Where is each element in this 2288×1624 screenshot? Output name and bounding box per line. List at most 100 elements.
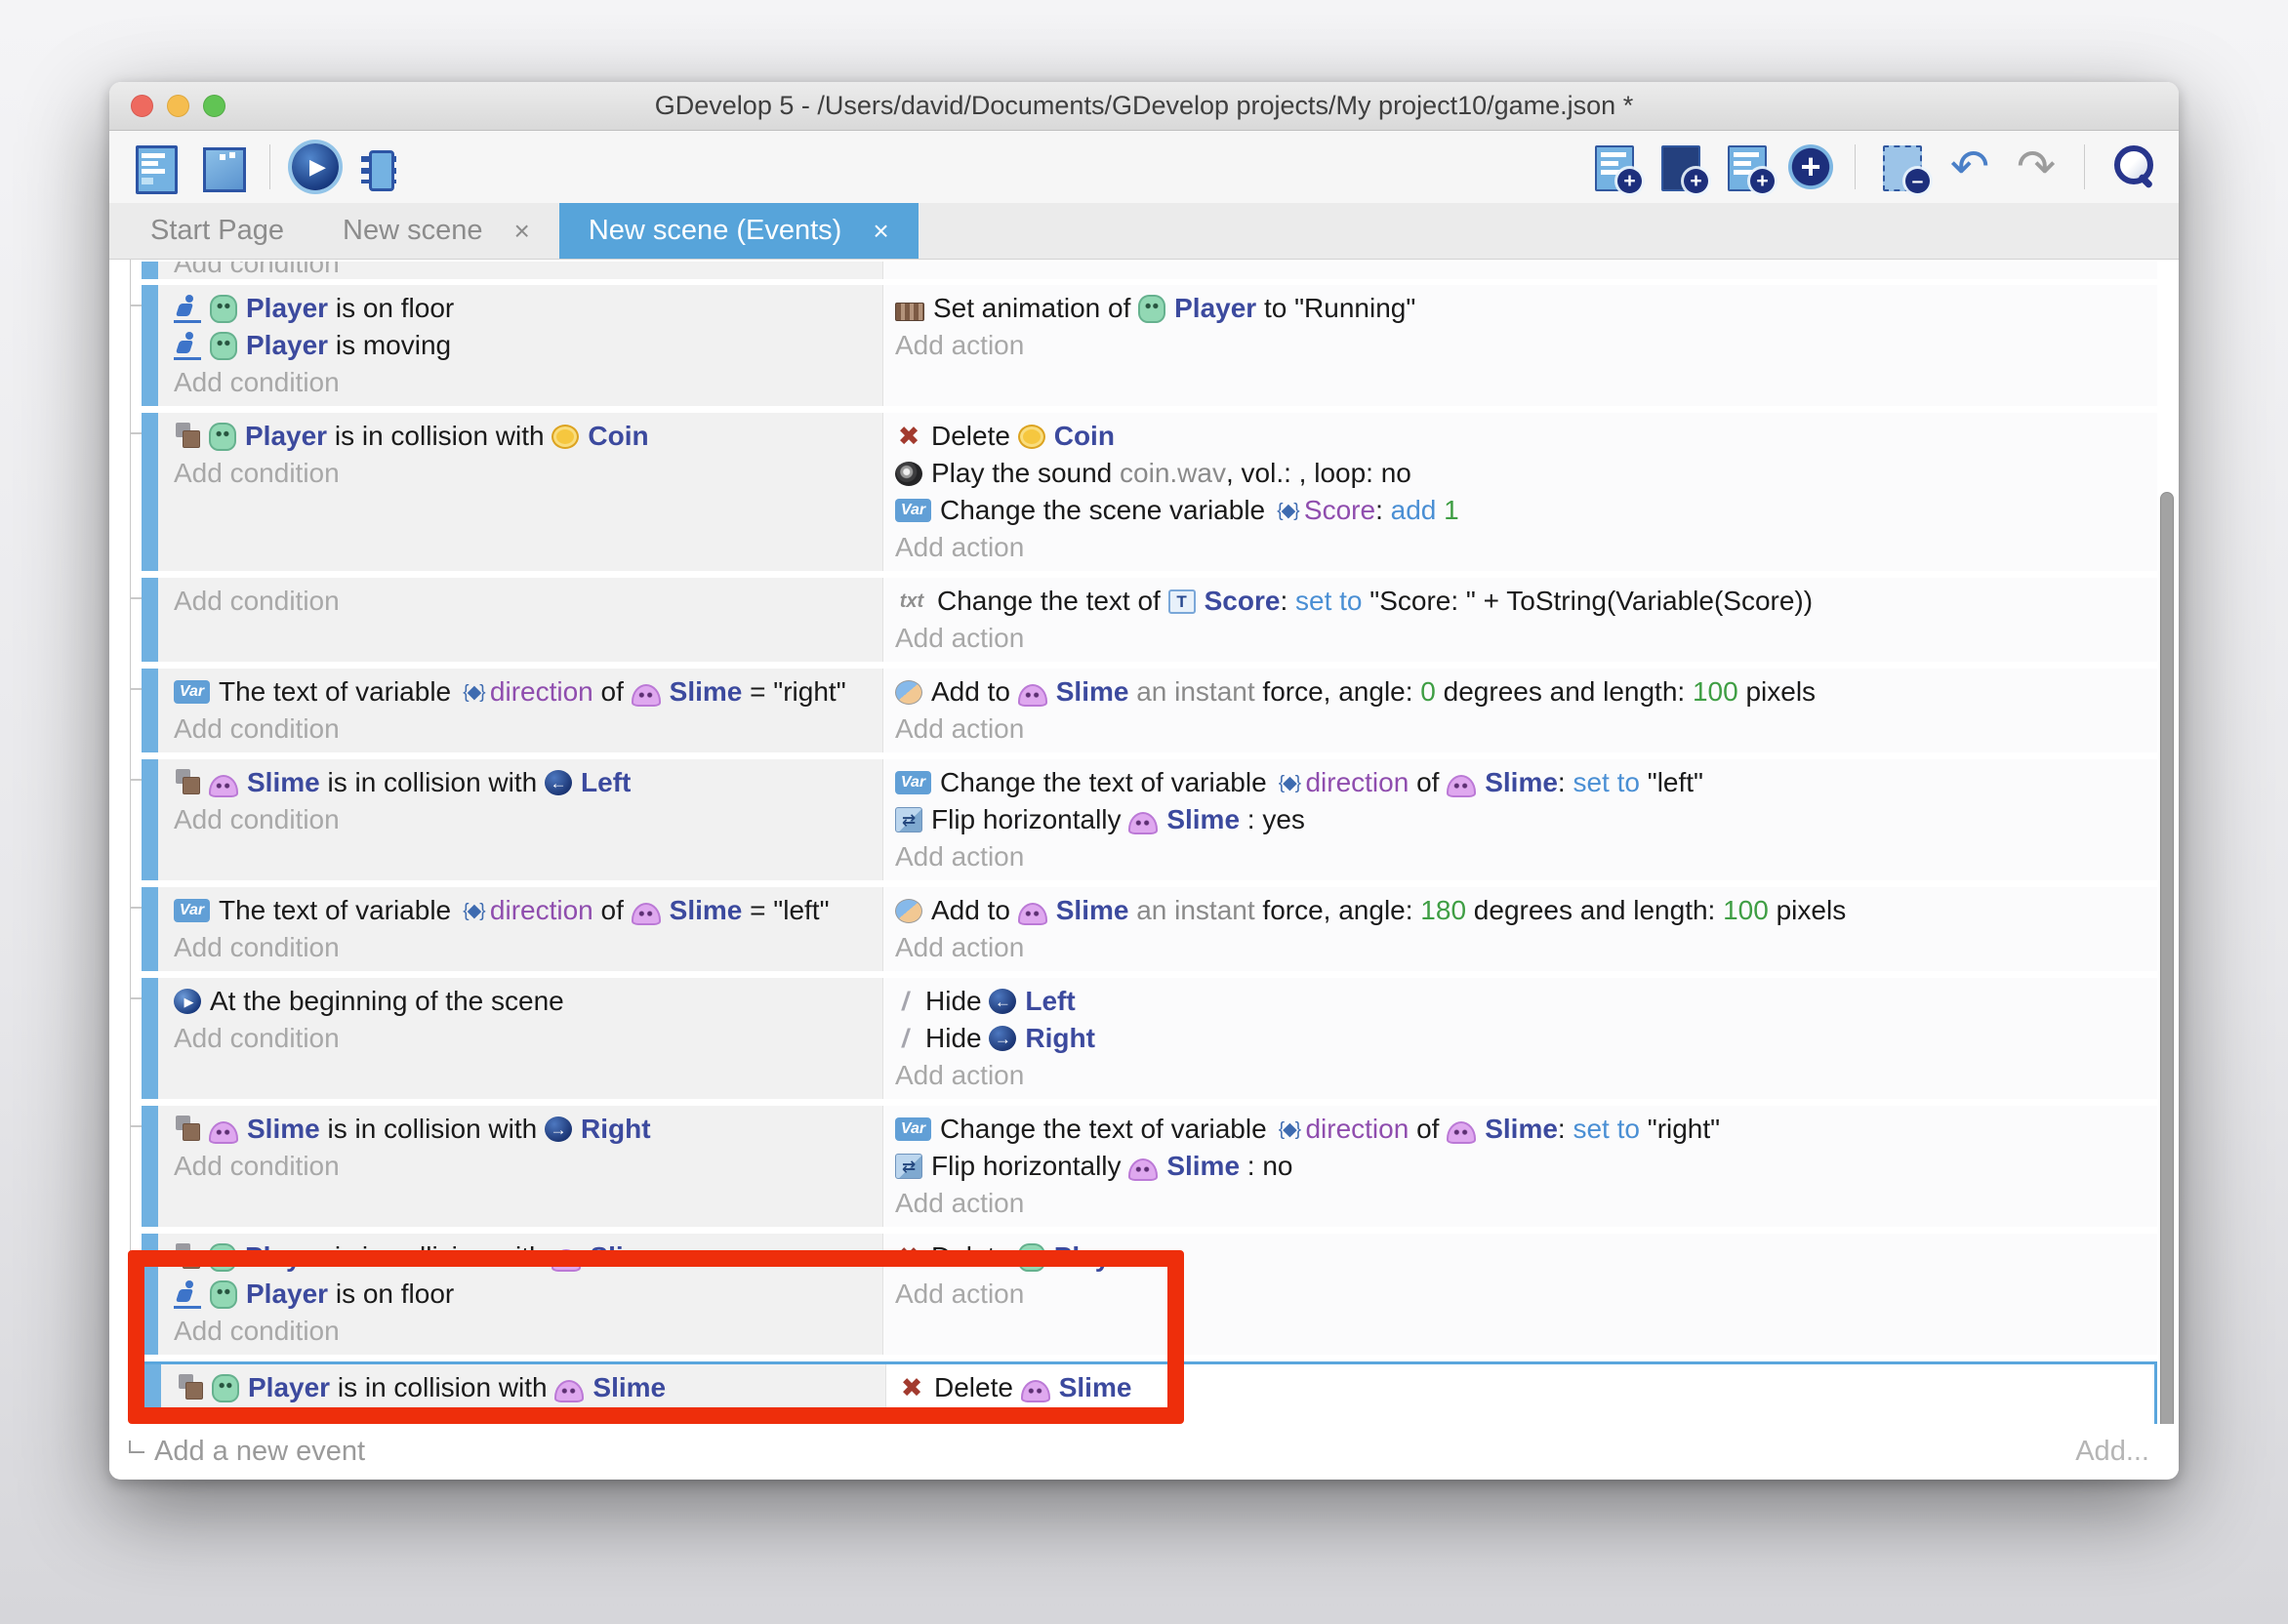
add-action-button[interactable]: Add action xyxy=(895,327,2157,364)
event-sentence[interactable]: ✖Delete Player xyxy=(895,1238,2157,1276)
undo-icon[interactable]: ↶ xyxy=(1943,141,1996,193)
add-condition-button[interactable]: Add condition xyxy=(174,364,882,401)
event-handle[interactable] xyxy=(142,262,158,279)
tab-close-icon[interactable]: × xyxy=(514,216,530,247)
conditions-cell[interactable]: Slime is in collision with →RightAdd con… xyxy=(158,1106,882,1227)
actions-cell[interactable]: ✖Delete CoinPlay the sound coin.wav, vol… xyxy=(882,413,2157,571)
event-sentence[interactable]: ✖Delete Slime xyxy=(898,1369,2154,1406)
tab-new-scene-events[interactable]: New scene (Events)× xyxy=(559,203,919,259)
conditions-cell[interactable]: Add condition xyxy=(158,578,882,662)
add-action-button[interactable]: Add action xyxy=(895,1057,2157,1094)
conditions-cell[interactable]: Add condition xyxy=(158,262,882,279)
add-new-event-button[interactable]: Add a new event xyxy=(154,1436,365,1468)
add-sub-event-icon[interactable]: + xyxy=(1655,141,1708,193)
event-sentence[interactable]: ✖Delete Coin xyxy=(895,418,2157,455)
event-sentence[interactable]: Player is in collision with Coin xyxy=(174,418,882,455)
actions-cell[interactable]: Set animation of Player to "Running"Add … xyxy=(882,285,2157,406)
add-condition-button[interactable]: Add condition xyxy=(174,710,882,748)
add-condition-button[interactable]: Add condition xyxy=(174,1313,882,1350)
conditions-cell[interactable]: VarThe text of variable {◆}direction of … xyxy=(158,669,882,752)
event-handle[interactable] xyxy=(142,669,158,752)
event-sentence[interactable]: Play the sound coin.wav, vol.: , loop: n… xyxy=(895,455,2157,492)
add-event-icon[interactable]: + xyxy=(1589,141,1642,193)
event-sentence[interactable]: /Hide →Right xyxy=(895,1020,2157,1057)
actions-cell[interactable]: ✖Delete PlayerAdd action xyxy=(882,1234,2157,1355)
event-sentence[interactable]: Player is in collision with Slime xyxy=(177,1369,885,1406)
events-editor-icon[interactable] xyxy=(129,141,182,193)
conditions-cell[interactable]: Player is in collision with SlimePlayer … xyxy=(161,1364,885,1424)
delete-event-icon[interactable]: – xyxy=(1877,141,1930,193)
add-circle-icon[interactable]: + xyxy=(1788,144,1833,189)
add-action-button[interactable]: Add action xyxy=(895,1185,2157,1222)
play-icon[interactable]: ▶ xyxy=(292,143,339,190)
add-condition-button[interactable]: Add condition xyxy=(174,1020,882,1057)
event-sentence[interactable]: Slime is in collision with ←Left xyxy=(174,764,882,801)
conditions-cell[interactable]: VarThe text of variable {◆}direction of … xyxy=(158,887,882,971)
vertical-scrollbar[interactable] xyxy=(2160,492,2174,1468)
add-action-button[interactable]: Add action xyxy=(895,838,2157,875)
tab-start-page[interactable]: Start Page xyxy=(121,203,313,259)
search-icon[interactable] xyxy=(2106,141,2159,193)
event-handle[interactable] xyxy=(142,1106,158,1227)
event-handle[interactable] xyxy=(144,1364,161,1424)
redo-icon[interactable]: ↷ xyxy=(2010,141,2063,193)
event-sentence[interactable]: Add to Slime an instant force, angle: 18… xyxy=(895,892,2157,929)
add-condition-button[interactable]: Add condition xyxy=(174,801,882,838)
tab-close-icon[interactable]: × xyxy=(873,216,888,247)
add-comment-icon[interactable]: + xyxy=(1722,141,1775,193)
event-sentence[interactable]: Set animation of Player to "Running" xyxy=(895,290,2157,327)
add-action-button[interactable]: Add action xyxy=(895,929,2157,966)
event-handle[interactable] xyxy=(142,759,158,880)
conditions-cell[interactable]: Slime is in collision with ←LeftAdd cond… xyxy=(158,759,882,880)
conditions-cell[interactable]: ▶At the beginning of the sceneAdd condit… xyxy=(158,978,882,1099)
event-sentence[interactable]: Player is on floor xyxy=(174,1276,882,1313)
add-condition-button[interactable]: Add condition xyxy=(174,455,882,492)
event-handle[interactable] xyxy=(142,887,158,971)
actions-cell[interactable]: Add to Slime an instant force, angle: 18… xyxy=(882,887,2157,971)
event-sentence[interactable]: ▶At the beginning of the scene xyxy=(174,983,882,1020)
title-bar[interactable]: GDevelop 5 - /Users/david/Documents/GDev… xyxy=(109,82,2179,131)
event-sentence[interactable]: VarChange the text of variable {◆}direct… xyxy=(895,1111,2157,1148)
event-sentence[interactable]: Slime is in collision with →Right xyxy=(174,1111,882,1148)
event-sentence[interactable]: Player is moving xyxy=(174,327,882,364)
add-condition-button[interactable]: Add condition xyxy=(174,1148,882,1185)
event-sentence[interactable]: Player is in collision with Slime xyxy=(174,1238,882,1276)
event-handle[interactable] xyxy=(142,285,158,406)
add-action-button[interactable]: Add action xyxy=(898,1406,2154,1424)
add-condition-button[interactable]: Add condition xyxy=(174,929,882,966)
add-button[interactable]: Add... xyxy=(2075,1436,2149,1468)
event-sentence[interactable]: VarThe text of variable {◆}direction of … xyxy=(174,673,882,710)
add-action-button[interactable]: Add action xyxy=(895,710,2157,748)
event-sentence[interactable]: VarChange the scene variable {◆}Score: a… xyxy=(895,492,2157,529)
actions-cell[interactable]: /Hide ←Left/Hide →RightAdd action xyxy=(882,978,2157,1099)
event-sentence[interactable]: VarThe text of variable {◆}direction of … xyxy=(174,892,882,929)
actions-cell[interactable]: txtChange the text of TScore: set to "Sc… xyxy=(882,578,2157,662)
event-sentence[interactable]: Player is on floor xyxy=(174,290,882,327)
add-action-button[interactable]: Add action xyxy=(895,1276,2157,1313)
event-handle[interactable] xyxy=(142,413,158,571)
event-handle[interactable] xyxy=(142,1234,158,1355)
event-handle[interactable] xyxy=(142,978,158,1099)
debug-icon[interactable] xyxy=(352,141,405,193)
actions-cell[interactable]: VarChange the text of variable {◆}direct… xyxy=(882,759,2157,880)
event-sentence[interactable]: ⇄Flip horizontally Slime : yes xyxy=(895,801,2157,838)
actions-cell[interactable]: VarChange the text of variable {◆}direct… xyxy=(882,1106,2157,1227)
conditions-cell[interactable]: Player is on floorPlayer is movingAdd co… xyxy=(158,285,882,406)
add-action-button[interactable]: Add action xyxy=(895,620,2157,657)
event-sentence[interactable]: Player is falling xyxy=(177,1406,885,1424)
event-sentence[interactable]: VarChange the text of variable {◆}direct… xyxy=(895,764,2157,801)
scene-editor-icon[interactable] xyxy=(195,141,248,193)
event-handle[interactable] xyxy=(142,578,158,662)
event-sentence[interactable]: txtChange the text of TScore: set to "Sc… xyxy=(895,583,2157,620)
conditions-cell[interactable]: Player is in collision with SlimePlayer … xyxy=(158,1234,882,1355)
actions-cell[interactable] xyxy=(882,262,2157,279)
add-action-button[interactable]: Add action xyxy=(895,529,2157,566)
actions-cell[interactable]: ✖Delete SlimeAdd action xyxy=(885,1364,2154,1424)
tab-new-scene[interactable]: New scene× xyxy=(313,203,559,259)
event-sentence[interactable]: /Hide ←Left xyxy=(895,983,2157,1020)
event-sentence[interactable]: ⇄Flip horizontally Slime : no xyxy=(895,1148,2157,1185)
event-sentence[interactable]: Add to Slime an instant force, angle: 0 … xyxy=(895,673,2157,710)
add-condition-button[interactable]: Add condition xyxy=(174,262,882,279)
actions-cell[interactable]: Add to Slime an instant force, angle: 0 … xyxy=(882,669,2157,752)
add-condition-button[interactable]: Add condition xyxy=(174,583,882,620)
